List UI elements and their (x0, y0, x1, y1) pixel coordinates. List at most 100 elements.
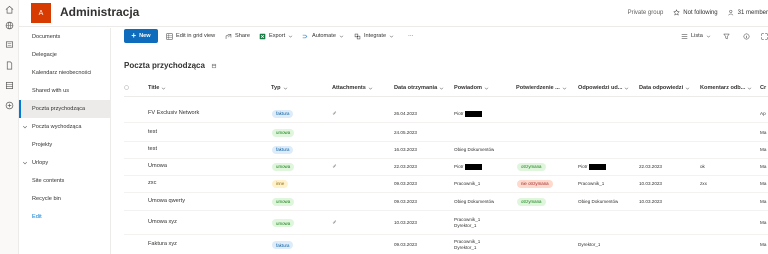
person-name[interactable]: Piotr (454, 110, 483, 117)
nav-documents[interactable]: Documents (19, 28, 111, 46)
person-name[interactable]: Piotr (454, 163, 483, 170)
row-select-checkbox[interactable] (124, 199, 130, 205)
info-button[interactable] (743, 30, 750, 42)
people-icon (728, 9, 733, 16)
row-select-checkbox[interactable] (124, 147, 130, 153)
column-typ[interactable]: Typ (271, 85, 288, 91)
row-title[interactable]: Umowa (148, 163, 266, 169)
nav-edit-link[interactable]: Edit (19, 208, 111, 226)
notify-people[interactable]: Obieg Dokumentów (454, 147, 494, 153)
nav-poczta-przychodzaca[interactable]: Poczta przychodząca (19, 100, 111, 118)
person-name[interactable]: Dyrektor_1 (454, 223, 480, 229)
nav-shared-with-us[interactable]: Shared with us (19, 82, 111, 100)
paperclip-icon[interactable] (332, 220, 337, 225)
column-potwierdzenie[interactable]: Potwierdzenie ... (516, 85, 567, 91)
nav-kalendarz[interactable]: Kalendarz nieobecności (19, 64, 111, 82)
share-button[interactable]: Share (225, 30, 250, 42)
row-select-checkbox[interactable] (124, 181, 130, 187)
column-powiadom[interactable]: Powiadom (454, 85, 489, 91)
home-icon[interactable] (4, 4, 15, 15)
nav-recycle-bin[interactable]: Recycle bin (19, 190, 111, 208)
row-select-checkbox[interactable] (124, 130, 130, 136)
notify-people[interactable]: Pracownik_1 Dyrektor_1 (454, 217, 480, 229)
nav-poczta-wychodzaca[interactable]: Poczta wychodząca (19, 118, 111, 136)
lists-icon[interactable] (4, 80, 15, 91)
response-date: 22.03.2023 (639, 163, 662, 169)
column-komentarz[interactable]: Komentarz odb... (700, 85, 752, 91)
responder[interactable]: Obieg Dokumentów (578, 199, 618, 204)
row-title[interactable]: zxc (148, 180, 266, 186)
column-attachments[interactable]: Attachments (332, 85, 373, 91)
received-date: 16.03.2023 (394, 146, 417, 152)
nav-site-contents[interactable]: Site contents (19, 172, 111, 190)
chevron-down-icon[interactable] (22, 124, 28, 130)
view-switcher[interactable]: Lista (681, 30, 711, 42)
nav-delegacje[interactable]: Delegacje (19, 46, 111, 64)
person-name[interactable]: Dyrektor_1 (454, 245, 480, 251)
notify-people[interactable]: Pracownik_1 (454, 181, 480, 187)
created-by[interactable]: Ma (760, 147, 768, 152)
column-created[interactable]: Cr (760, 85, 766, 91)
members-button[interactable]: 31 member (728, 9, 768, 16)
column-title[interactable]: Title (148, 85, 166, 91)
row-title[interactable]: test (148, 146, 266, 152)
automate-button[interactable]: Automate (302, 30, 344, 42)
created-by[interactable]: Ap (760, 111, 768, 116)
row-title[interactable]: Faktura xyz (148, 241, 266, 247)
chevron-down-icon (748, 87, 752, 90)
received-date: 26.04.2023 (394, 110, 417, 116)
news-icon[interactable] (4, 39, 15, 50)
column-data-otrzymania[interactable]: Data otrzymania (394, 85, 444, 91)
created-by[interactable]: Ma (760, 242, 768, 247)
column-odpowiedzi[interactable]: Odpowiedzi ud... (578, 85, 629, 91)
site-logo[interactable]: A (31, 3, 51, 23)
add-circle-icon[interactable] (4, 100, 15, 111)
integrate-button[interactable]: Integrate (354, 30, 394, 42)
view-options-icon[interactable] (211, 63, 217, 69)
row-title[interactable]: FV Exclusiv Network (148, 110, 266, 116)
created-by[interactable]: Ma (760, 164, 768, 169)
document-icon[interactable] (4, 60, 15, 71)
row-select-checkbox[interactable] (124, 220, 130, 226)
created-by[interactable]: Ma (760, 199, 768, 204)
typ-badge: umowa (272, 197, 295, 206)
created-by[interactable]: Ma (760, 220, 768, 225)
globe-icon[interactable] (4, 20, 15, 31)
site-title[interactable]: Administracja (60, 5, 139, 19)
chevron-down-icon[interactable] (22, 160, 28, 166)
column-data-odpowiedzi[interactable]: Data odpowiedzi (639, 85, 690, 91)
more-button[interactable]: ··· (408, 30, 414, 42)
row-select-checkbox[interactable] (124, 242, 130, 248)
nav-projekty[interactable]: Projekty (19, 136, 111, 154)
export-button[interactable]: Export (259, 30, 293, 42)
responder[interactable]: Piotr (578, 163, 607, 170)
notify-people[interactable]: Pracownik_1 Dyrektor_1 (454, 239, 480, 251)
fullscreen-button[interactable] (761, 30, 768, 42)
person-name[interactable]: Obieg Dokumentów (454, 147, 494, 153)
row-title[interactable]: Umowa qwerty (148, 198, 266, 204)
nav-urlopy[interactable]: Urlopy (19, 154, 111, 172)
created-by[interactable]: Ma (760, 130, 768, 135)
responder[interactable]: Dyrektor_1 (578, 242, 600, 247)
notify-people[interactable]: Piotr (454, 110, 483, 117)
person-name[interactable]: Obieg Dokumentów (454, 199, 494, 205)
notify-people[interactable]: Obieg Dokumentów (454, 199, 494, 205)
filter-button[interactable] (723, 30, 730, 42)
person-name-text: Obieg Dokumentów (454, 198, 495, 204)
row-select-checkbox[interactable] (124, 111, 130, 117)
row-divider (124, 192, 768, 193)
responder-name: Piotr (578, 163, 588, 169)
select-all-icon[interactable] (124, 85, 129, 90)
paperclip-icon[interactable] (332, 163, 337, 169)
notify-people[interactable]: Piotr (454, 163, 483, 170)
person-name[interactable]: Pracownik_1 (454, 181, 480, 187)
new-button[interactable]: + New (124, 29, 158, 43)
row-title[interactable]: test (148, 129, 266, 135)
follow-button[interactable]: Not following (673, 9, 718, 16)
responder[interactable]: Pracownik_1 (578, 181, 604, 186)
created-by[interactable]: Ma (760, 181, 768, 186)
row-select-checkbox[interactable] (124, 164, 130, 170)
paperclip-icon[interactable] (332, 110, 337, 116)
row-title[interactable]: Umowa xyz (148, 219, 266, 225)
edit-grid-button[interactable]: Edit in grid view (166, 30, 215, 42)
